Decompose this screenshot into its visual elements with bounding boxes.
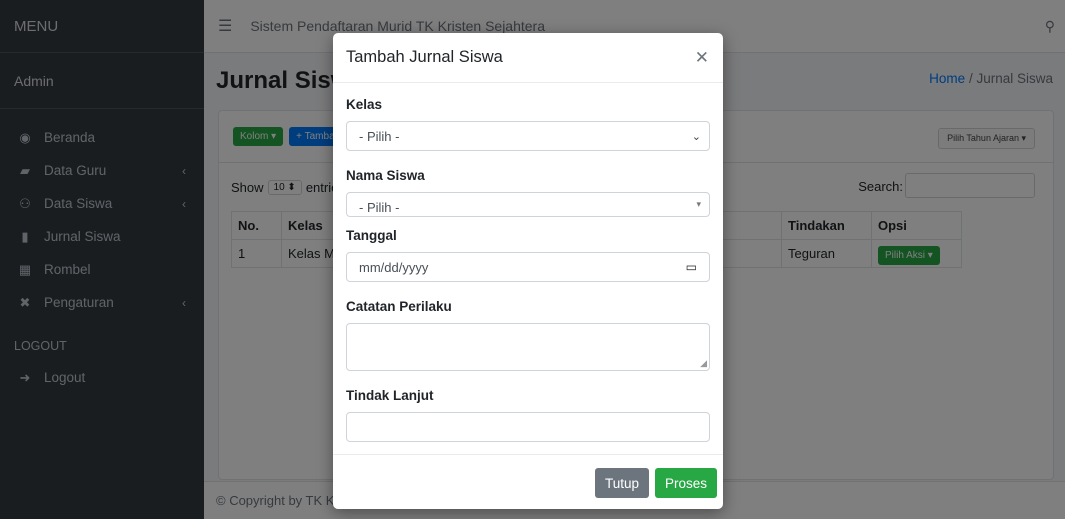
siswa-select[interactable]: - Pilih - ▾: [346, 192, 710, 217]
tindak-lanjut-input[interactable]: [346, 412, 710, 442]
siswa-select-value: - Pilih -: [359, 200, 400, 215]
catatan-label: Catatan Perilaku: [346, 299, 452, 314]
kelas-select[interactable]: - Pilih - ⌄: [346, 121, 710, 151]
resize-handle-icon[interactable]: ◢: [700, 358, 707, 369]
kelas-select-value: - Pilih -: [359, 128, 400, 144]
modal-footer: Tutup Proses: [333, 454, 723, 509]
modal-body: Kelas - Pilih - ⌄ Nama Siswa - Pilih - ▾…: [333, 83, 723, 442]
chevron-down-icon: ⌄: [691, 130, 701, 143]
tanggal-label: Tanggal: [346, 228, 397, 243]
add-journal-modal: Tambah Jurnal Siswa ✕ Kelas - Pilih - ⌄ …: [333, 33, 723, 509]
modal-header: Tambah Jurnal Siswa ✕: [333, 33, 723, 83]
siswa-label: Nama Siswa: [346, 168, 425, 183]
proses-button[interactable]: Proses: [655, 468, 718, 498]
catatan-textarea[interactable]: ◢: [346, 323, 710, 371]
caret-down-icon: ▾: [696, 199, 701, 209]
close-icon[interactable]: ✕: [695, 48, 709, 68]
tanggal-placeholder: mm/dd/yyyy: [359, 259, 429, 275]
tutup-button[interactable]: Tutup: [595, 468, 650, 498]
modal-title: Tambah Jurnal Siswa: [346, 48, 503, 66]
tindak-label: Tindak Lanjut: [346, 388, 434, 403]
tanggal-input[interactable]: mm/dd/yyyy ▭: [346, 252, 710, 282]
calendar-icon[interactable]: ▭: [686, 260, 697, 274]
kelas-label: Kelas: [346, 97, 383, 112]
